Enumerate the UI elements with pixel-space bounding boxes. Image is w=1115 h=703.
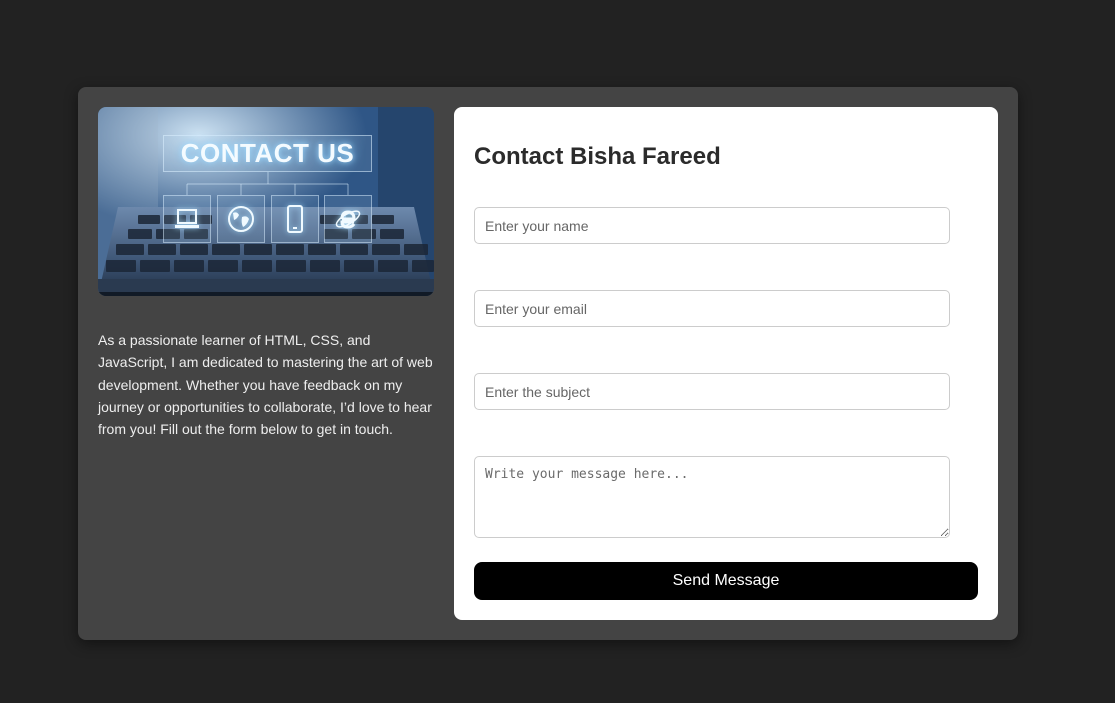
name-input[interactable]	[474, 207, 950, 244]
laptop-icon	[163, 195, 211, 243]
globe-icon	[217, 195, 265, 243]
email-input[interactable]	[474, 290, 950, 327]
contact-form: Contact Bisha Fareed Send Message	[454, 107, 998, 620]
subject-input[interactable]	[474, 373, 950, 410]
send-message-button[interactable]: Send Message	[474, 562, 978, 600]
message-textarea[interactable]	[474, 456, 950, 538]
form-title: Contact Bisha Fareed	[474, 143, 721, 170]
contact-card: CONTACT US As a passionate learner of HT…	[78, 87, 1018, 640]
about-text: As a passionate learner of HTML, CSS, an…	[98, 332, 433, 438]
contact-us-image-text: CONTACT US	[163, 135, 372, 172]
smartphone-icon	[271, 195, 319, 243]
internet-explorer-icon	[324, 195, 372, 243]
contact-us-hero-image: CONTACT US	[98, 107, 434, 296]
